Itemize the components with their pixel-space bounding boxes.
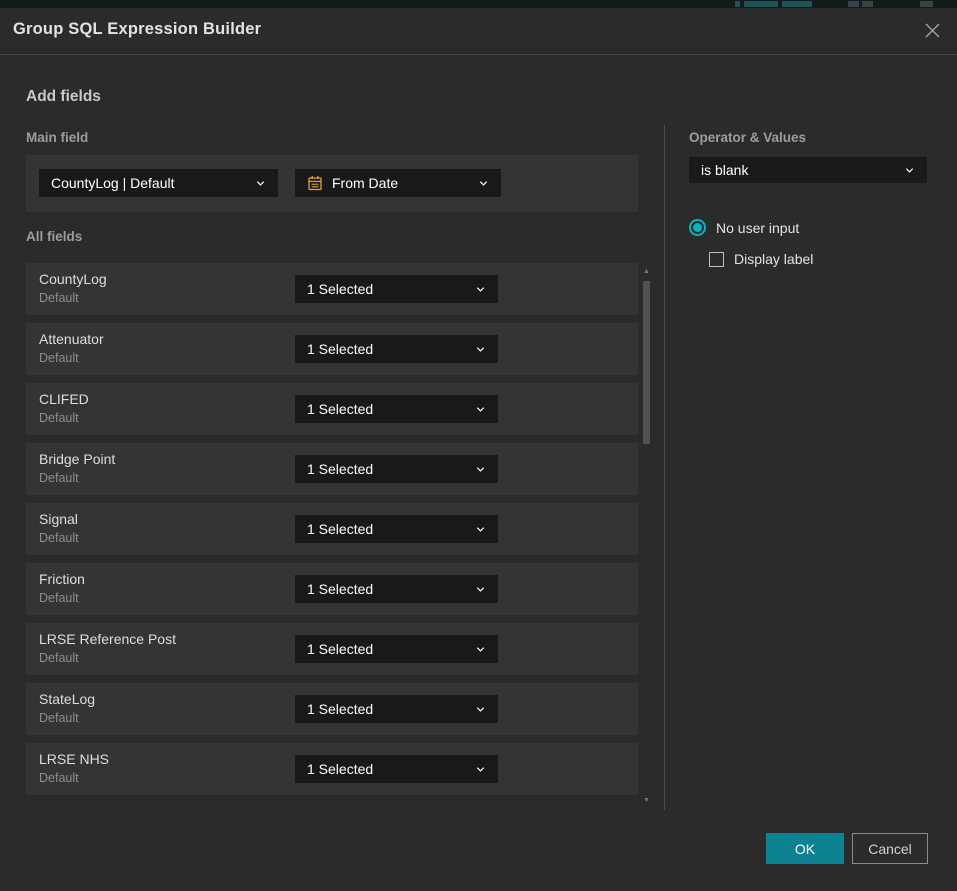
add-fields-heading: Add fields — [26, 88, 101, 106]
field-subtitle: Default — [39, 351, 79, 365]
all-fields-label: All fields — [26, 229, 82, 244]
field-name: LRSE Reference Post — [39, 631, 176, 647]
field-selection-select[interactable]: 1 Selected — [295, 755, 498, 783]
dialog-title: Group SQL Expression Builder — [13, 20, 261, 39]
all-fields-list: CountyLog Default 1 Selected Attenuator … — [26, 263, 638, 803]
background-decoration — [735, 1, 740, 7]
background-app-strip — [0, 0, 957, 8]
chevron-down-icon — [904, 165, 915, 176]
field-subtitle: Default — [39, 471, 79, 485]
selection-value: 1 Selected — [307, 341, 467, 357]
chevron-down-icon — [475, 404, 486, 415]
scrollbar-down-arrow[interactable]: ▼ — [641, 797, 652, 804]
field-subtitle: Default — [39, 771, 79, 785]
field-name: CLIFED — [39, 391, 89, 407]
field-name: Signal — [39, 511, 78, 527]
field-selection-select[interactable]: 1 Selected — [295, 275, 498, 303]
field-subtitle: Default — [39, 291, 79, 305]
close-icon[interactable] — [921, 19, 943, 41]
field-subtitle: Default — [39, 711, 79, 725]
field-name: LRSE NHS — [39, 751, 109, 767]
scrollbar-thumb[interactable] — [643, 281, 650, 444]
background-decoration — [920, 1, 933, 7]
ok-button[interactable]: OK — [766, 833, 844, 864]
field-name: Bridge Point — [39, 451, 115, 467]
main-field-panel: CountyLog | Default From Date — [26, 155, 638, 212]
field-row-statelog: StateLog Default 1 Selected — [26, 683, 638, 735]
background-decoration — [862, 1, 873, 7]
field-selection-select[interactable]: 1 Selected — [295, 395, 498, 423]
field-select-value: From Date — [332, 175, 470, 191]
background-decoration — [848, 1, 859, 7]
field-subtitle: Default — [39, 591, 79, 605]
main-field-label: Main field — [26, 130, 88, 145]
no-user-input-radio[interactable]: No user input — [689, 219, 799, 236]
selection-value: 1 Selected — [307, 761, 467, 777]
layer-select-value: CountyLog | Default — [51, 175, 247, 191]
operator-select-value: is blank — [701, 162, 896, 178]
selection-value: 1 Selected — [307, 461, 467, 477]
chevron-down-icon — [475, 644, 486, 655]
display-label-text: Display label — [734, 251, 813, 267]
background-decoration — [744, 1, 778, 7]
selection-value: 1 Selected — [307, 521, 467, 537]
field-selection-select[interactable]: 1 Selected — [295, 575, 498, 603]
chevron-down-icon — [475, 764, 486, 775]
chevron-down-icon — [475, 524, 486, 535]
cancel-button[interactable]: Cancel — [852, 833, 928, 864]
field-name: CountyLog — [39, 271, 107, 287]
selection-value: 1 Selected — [307, 641, 467, 657]
field-subtitle: Default — [39, 531, 79, 545]
chevron-down-icon — [255, 178, 266, 189]
field-row-attenuator: Attenuator Default 1 Selected — [26, 323, 638, 375]
operator-values-label: Operator & Values — [689, 130, 806, 145]
field-row-clifed: CLIFED Default 1 Selected — [26, 383, 638, 435]
field-name: Friction — [39, 571, 85, 587]
layer-select[interactable]: CountyLog | Default — [39, 169, 278, 197]
field-select[interactable]: From Date — [295, 169, 501, 197]
screen: Group SQL Expression Builder Add fields … — [0, 0, 957, 891]
operator-select[interactable]: is blank — [689, 157, 927, 183]
field-row-lrse-reference-post: LRSE Reference Post Default 1 Selected — [26, 623, 638, 675]
field-selection-select[interactable]: 1 Selected — [295, 695, 498, 723]
background-decoration — [782, 1, 812, 7]
no-user-input-label: No user input — [716, 220, 799, 236]
field-subtitle: Default — [39, 651, 79, 665]
field-selection-select[interactable]: 1 Selected — [295, 335, 498, 363]
chevron-down-icon — [475, 344, 486, 355]
field-selection-select[interactable]: 1 Selected — [295, 515, 498, 543]
group-sql-expression-builder-dialog: Group SQL Expression Builder Add fields … — [0, 8, 957, 891]
chevron-down-icon — [475, 284, 486, 295]
field-name: Attenuator — [39, 331, 104, 347]
vertical-divider — [664, 125, 665, 810]
field-name: StateLog — [39, 691, 95, 707]
chevron-down-icon — [475, 704, 486, 715]
scrollbar-up-arrow[interactable]: ▲ — [641, 268, 652, 275]
selection-value: 1 Selected — [307, 581, 467, 597]
field-subtitle: Default — [39, 411, 79, 425]
checkbox-unchecked-icon — [709, 252, 724, 267]
field-row-lrse-nhs: LRSE NHS Default 1 Selected — [26, 743, 638, 795]
dialog-header: Group SQL Expression Builder — [0, 8, 957, 55]
selection-value: 1 Selected — [307, 401, 467, 417]
radio-selected-icon — [689, 219, 706, 236]
display-label-checkbox[interactable]: Display label — [709, 251, 813, 267]
selection-value: 1 Selected — [307, 701, 467, 717]
field-row-signal: Signal Default 1 Selected — [26, 503, 638, 555]
chevron-down-icon — [475, 584, 486, 595]
selection-value: 1 Selected — [307, 281, 467, 297]
field-row-countylog: CountyLog Default 1 Selected — [26, 263, 638, 315]
chevron-down-icon — [475, 464, 486, 475]
chevron-down-icon — [478, 178, 489, 189]
field-row-bridge-point: Bridge Point Default 1 Selected — [26, 443, 638, 495]
field-selection-select[interactable]: 1 Selected — [295, 635, 498, 663]
field-selection-select[interactable]: 1 Selected — [295, 455, 498, 483]
field-row-friction: Friction Default 1 Selected — [26, 563, 638, 615]
calendar-icon — [307, 175, 323, 191]
